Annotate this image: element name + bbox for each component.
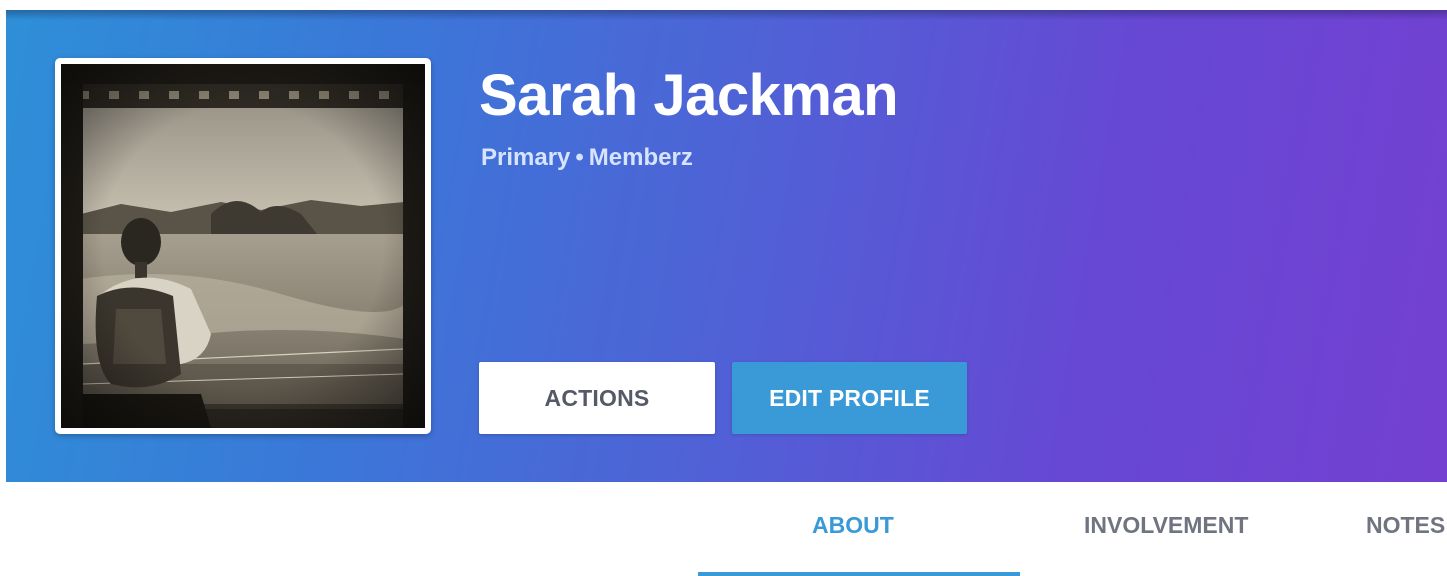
tab-involvement[interactable]: INVOLVEMENT bbox=[1084, 512, 1248, 539]
profile-group: Memberz bbox=[588, 144, 693, 171]
avatar-photo bbox=[61, 64, 425, 428]
active-tab-indicator bbox=[698, 572, 1020, 576]
tab-about[interactable]: ABOUT bbox=[812, 512, 894, 539]
avatar[interactable] bbox=[55, 58, 431, 434]
tab-notes[interactable]: NOTES bbox=[1366, 512, 1445, 539]
subtitle-separator: • bbox=[575, 144, 584, 171]
profile-tabs: ABOUT INVOLVEMENT NOTES bbox=[0, 482, 1447, 576]
actions-button[interactable]: ACTIONS bbox=[479, 362, 715, 434]
top-strip bbox=[0, 0, 1447, 10]
edit-profile-button[interactable]: EDIT PROFILE bbox=[732, 362, 967, 434]
profile-header: Sarah Jackman Primary • Memberz ACTIONS ED… bbox=[6, 10, 1447, 482]
profile-role: Primary bbox=[481, 144, 571, 171]
profile-subtitle: Primary • Memberz bbox=[481, 144, 693, 172]
profile-page: Sarah Jackman Primary • Memberz ACTIONS ED… bbox=[0, 0, 1447, 576]
profile-name: Sarah Jackman bbox=[479, 63, 899, 128]
